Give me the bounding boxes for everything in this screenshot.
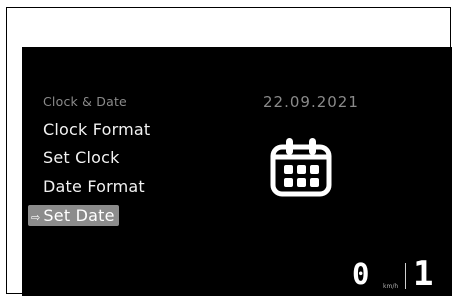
menu-item-set-clock[interactable]: Set Clock bbox=[43, 148, 120, 167]
speed-value: 0 bbox=[352, 257, 370, 291]
menu-item-date-format[interactable]: Date Format bbox=[43, 177, 145, 196]
dashboard-screen: Clock & Date Clock Format Set Clock Date… bbox=[22, 47, 452, 296]
calendar-icon bbox=[270, 138, 332, 197]
menu-item-set-date-label: Set Date bbox=[43, 206, 115, 225]
speed-gear-divider bbox=[405, 263, 406, 289]
gear-indicator: 1 bbox=[413, 254, 434, 294]
menu-item-set-date[interactable]: ⇨ Set Date bbox=[28, 205, 119, 226]
speed-unit: km/h bbox=[383, 283, 399, 290]
menu-title: Clock & Date bbox=[43, 94, 127, 109]
selection-arrow-icon: ⇨ bbox=[31, 211, 41, 224]
menu-item-clock-format[interactable]: Clock Format bbox=[43, 120, 150, 139]
current-date: 22.09.2021 bbox=[263, 93, 359, 111]
